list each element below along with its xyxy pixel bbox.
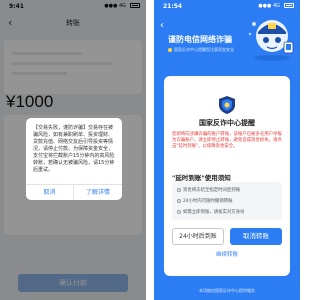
check-circle-icon <box>177 198 181 203</box>
left-phone-screen: 9:41 ●●● 4G ‹ 转账 ¥1000 确认付款 【交易失败，谨防诈骗】交… <box>0 0 146 300</box>
cancel-transfer-button[interactable]: 取消转账 <box>230 228 282 245</box>
alert-heading: 国家反诈中心提醒 <box>199 119 255 127</box>
cancel-button[interactable]: 取消 <box>26 185 73 200</box>
footer-note: 本功能由国家反诈中心提供服务 <box>199 288 255 293</box>
police-badge-icon <box>219 96 235 114</box>
page-title: 谨防电信网络诈骗 <box>168 35 232 44</box>
delay-transfer-button[interactable]: 24小时后到账 <box>172 228 224 245</box>
back-icon[interactable]: ‹ <box>160 20 164 31</box>
list-item-text: 资金将冻结至指定时间后到账 <box>183 188 241 193</box>
shield-dot-icon <box>168 48 172 52</box>
notice-list: 资金将冻结至指定时间后到账 24小时内可随时撤销转账 如需立即到账，请核实对方身… <box>172 182 282 220</box>
dialog-message: 【交易失败，谨防诈骗】交易存在被骗风险，如有兼职刷单、投资理财、贷款充值、网络交… <box>33 125 115 173</box>
status-bar: 21:54 ●●● 4G <box>154 0 300 12</box>
subtitle-text: 国家反诈中心提醒您注意资金安全 <box>174 47 234 52</box>
list-item-text: 如需立即到账，请核实对方身份 <box>183 210 245 215</box>
status-time: 21:54 <box>163 3 183 10</box>
learn-more-button[interactable]: 了解详情 <box>74 185 122 200</box>
section-title: "延时到账"使用须知 <box>172 174 231 182</box>
signal-icon: ●●● 4G <box>258 3 280 9</box>
list-item: 资金将冻结至指定时间后到账 <box>177 187 240 193</box>
page-subtitle: 国家反诈中心提醒您注意资金安全 <box>168 47 234 53</box>
check-circle-icon <box>177 209 181 214</box>
fraud-alert-dialog: 【交易失败，谨防诈骗】交易存在被骗风险，如有兼职刷单、投资理财、贷款充值、网络交… <box>26 118 122 200</box>
fraud-warning-text: 您即将向涉嫌诈骗的账户转账，该账户已被多名用户举报为诈骗账户，请立即停止转账，避… <box>172 132 282 149</box>
continue-transfer-link[interactable]: 继续转账 <box>164 250 290 258</box>
right-phone-screen: 21:54 ●●● 4G ‹ 谨防电信网络诈骗 国家反诈中心提醒您注意资金安全 … <box>154 0 300 300</box>
list-item-text: 24小时内可随时撤销转账 <box>183 199 233 204</box>
alert-card: 国家反诈中心提醒 您即将向涉嫌诈骗的账户转账，该账户已被多名用户举报为诈骗账户，… <box>164 76 290 276</box>
battery-icon <box>284 3 294 8</box>
police-robot-mascot-icon <box>248 20 294 61</box>
list-item: 如需立即到账，请核实对方身份 <box>177 209 244 215</box>
list-item: 24小时内可随时撤销转账 <box>177 198 233 204</box>
check-circle-icon <box>177 187 181 192</box>
